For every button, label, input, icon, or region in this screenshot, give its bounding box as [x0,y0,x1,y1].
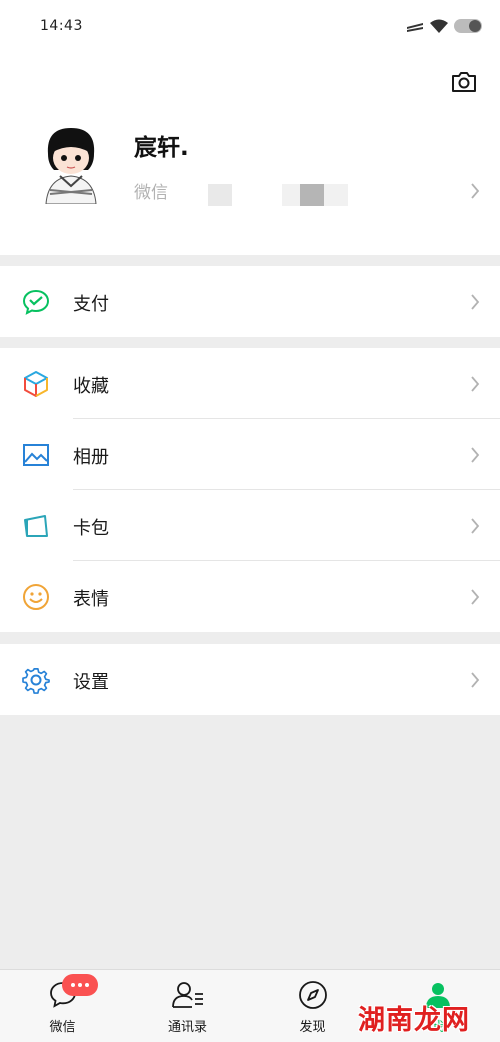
status-icons [406,18,482,34]
cube-icon [24,371,48,397]
menu-item-favorites[interactable]: 收藏 [0,348,500,419]
menu-item-cards-label: 卡包 [73,518,109,539]
tab-discover-label: 发现 [299,1020,326,1035]
compass-icon [298,981,327,1009]
camera-icon[interactable] [450,68,478,96]
menu-group-settings: 设置 [0,644,500,715]
picture-icon [23,444,49,466]
chevron-right-icon [471,376,480,392]
avatar[interactable] [38,124,104,204]
tab-chats-label: 微信 [49,1020,76,1035]
tab-contacts-label: 通讯录 [167,1020,207,1035]
menu-item-settings[interactable]: 设置 [0,644,500,715]
smiley-icon [23,584,49,610]
wechat-id-mask [300,184,324,206]
wechat-id-mask [208,184,232,206]
contacts-icon [171,982,203,1008]
menu-item-stickers[interactable]: 表情 [0,561,500,632]
chevron-right-icon [471,183,480,199]
unread-badge [62,974,98,996]
battery-toggle-icon [454,19,482,33]
chevron-right-icon [471,518,480,534]
chevron-right-icon [471,447,480,463]
menu-item-settings-label: 设置 [73,672,109,693]
chevron-right-icon [471,294,480,310]
chevron-right-icon [471,672,480,688]
menu-item-pay-label: 支付 [73,294,109,315]
menu-item-stickers-label: 表情 [73,589,109,610]
gear-icon [22,668,50,694]
chevron-right-icon [471,589,480,605]
tab-discover[interactable]: 发现 [250,970,375,1042]
status-bar: 14:43 [0,0,500,50]
menu-item-pay[interactable]: 支付 [0,266,500,337]
profile-header[interactable]: 宸轩. 微信 [0,50,500,255]
wifi-icon [430,19,448,33]
tab-chats[interactable]: 微信 [0,970,125,1042]
menu-item-favorites-label: 收藏 [73,376,109,397]
tab-contacts[interactable]: 通讯录 [125,970,250,1042]
wechat-id-label: 微信 [134,183,168,203]
profile-name: 宸轩. [134,135,189,161]
status-time: 14:43 [40,18,83,34]
card-wallet-icon [24,515,48,537]
menu-item-cards[interactable]: 卡包 [0,490,500,561]
signal-icon [407,23,423,32]
menu-item-album-label: 相册 [73,447,109,468]
menu-item-album[interactable]: 相册 [0,419,500,490]
menu-group-pay: 支付 [0,266,500,337]
wechat-pay-icon [22,289,50,315]
menu-group-tools: 收藏 相册 卡包 表情 [0,348,500,632]
watermark-text: 湖南龙网 [358,1005,470,1036]
